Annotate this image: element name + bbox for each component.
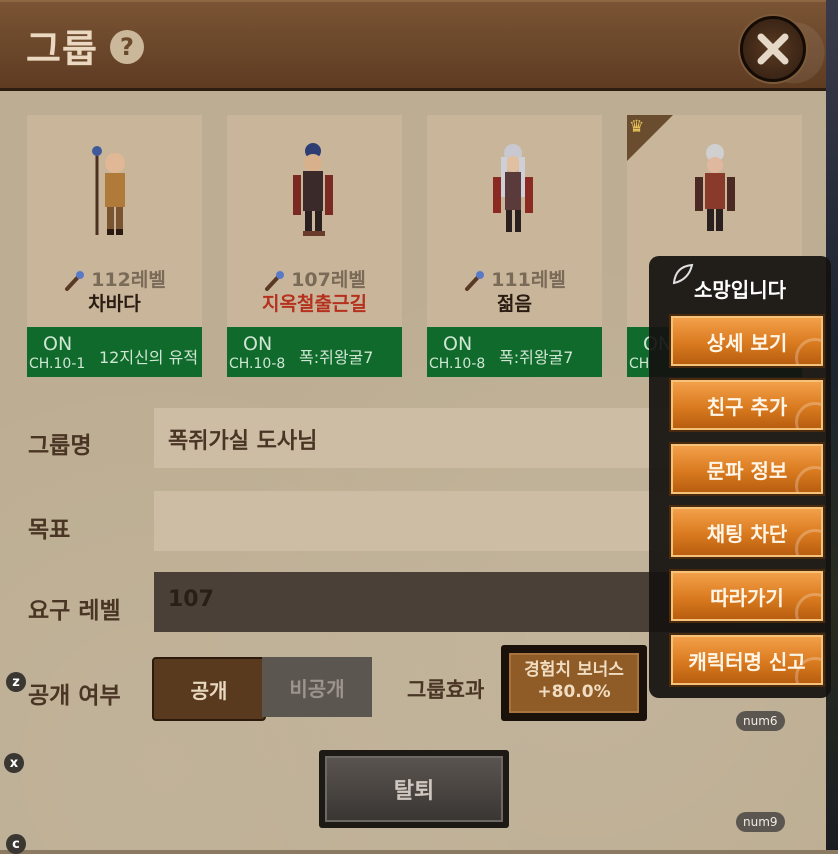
member-status-bar: ON CH.10-8 폭:쥐왕굴7 [227,327,402,377]
hotkey-num6-badge: num6 [736,711,785,731]
member-channel: CH.10-8 [429,356,486,372]
private-option-button[interactable]: 비공개 [262,657,372,717]
add-friend-button[interactable]: 친구 추가 [671,380,823,430]
member-status-bar: ON CH.10-8 폭:쥐왕굴7 [427,327,602,377]
character-sprite [493,144,533,232]
member-name: 젊음 [497,293,532,315]
menu-title: 소망입니다 [694,278,786,302]
hotkey-x-badge: x [4,753,24,773]
required-level-label: 요구 레벨 [28,598,121,624]
hotkey-num9-badge: num9 [736,812,785,832]
hotkey-c-badge: c [6,834,26,854]
member-location: 12지신의 유적 [99,348,199,367]
member-channel: CH [629,356,650,372]
member-name: 지옥철출근길 [262,293,367,315]
online-status: ON [43,333,73,355]
group-name-label: 그룹명 [28,433,92,459]
online-status: ON [243,333,273,355]
effect-value: +80.0% [537,682,611,702]
leave-group-label: 탈퇴 [325,756,503,822]
group-effect-label: 그룹효과 [407,678,485,702]
close-button[interactable] [740,16,806,82]
member-location: 폭:쥐왕굴7 [499,348,574,367]
member-card[interactable]: 107레벨 지옥철출근길 ON CH.10-8 폭:쥐왕굴7 [227,115,402,377]
member-level: 107레벨 [227,265,402,292]
member-name: 차바다 [88,293,141,315]
public-option-button[interactable]: 공개 [152,657,266,721]
group-effect-button[interactable]: 경험치 보너스 +80.0% [501,645,647,721]
help-icon[interactable]: ? [110,30,144,64]
member-level-text: 111레벨 [491,269,566,291]
member-level: 111레벨 [427,265,602,292]
character-sprite [92,146,125,235]
member-status-bar: ON CH.10-1 12지신의 유적 [27,327,202,377]
member-channel: CH.10-8 [229,356,286,372]
member-level-text: 107레벨 [291,269,366,291]
member-location: 폭:쥐왕굴7 [299,348,374,367]
page-title: 그룹 [26,27,98,71]
group-effect-box: 경험치 보너스 +80.0% [509,653,639,713]
member-context-menu: 소망입니다 상세 보기 친구 추가 문파 정보 채팅 차단 따라가기 캐릭터명 … [649,256,831,698]
close-icon [757,33,789,65]
block-chat-button[interactable]: 채팅 차단 [671,507,823,557]
view-details-button[interactable]: 상세 보기 [671,316,823,366]
follow-button[interactable]: 따라가기 [671,571,823,621]
leave-group-button[interactable]: 탈퇴 [319,750,509,828]
group-name-value: 폭쥐가실 도사님 [168,429,318,454]
guild-info-button[interactable]: 문파 정보 [671,444,823,494]
member-card[interactable]: 112레벨 차바다 ON CH.10-1 12지신의 유적 [27,115,202,377]
character-sprite [293,143,333,236]
member-level-text: 112레벨 [91,269,166,291]
goal-label: 목표 [28,517,71,543]
header-bar: 그룹 ? [0,0,826,91]
hotkey-z-badge: z [6,672,26,692]
report-name-button[interactable]: 캐릭터명 신고 [671,635,823,685]
public-label: 공개 여부 [28,683,121,709]
required-level-value: 107 [168,587,214,612]
character-sprite [695,144,735,231]
online-status: ON [443,333,473,355]
effect-name: 경험치 보너스 [524,660,624,680]
member-channel: CH.10-1 [29,356,86,372]
crown-icon: ♛ [629,117,645,137]
member-card[interactable]: 111레벨 젊음 ON CH.10-8 폭:쥐왕굴7 [427,115,602,377]
member-level: 112레벨 [27,265,202,292]
